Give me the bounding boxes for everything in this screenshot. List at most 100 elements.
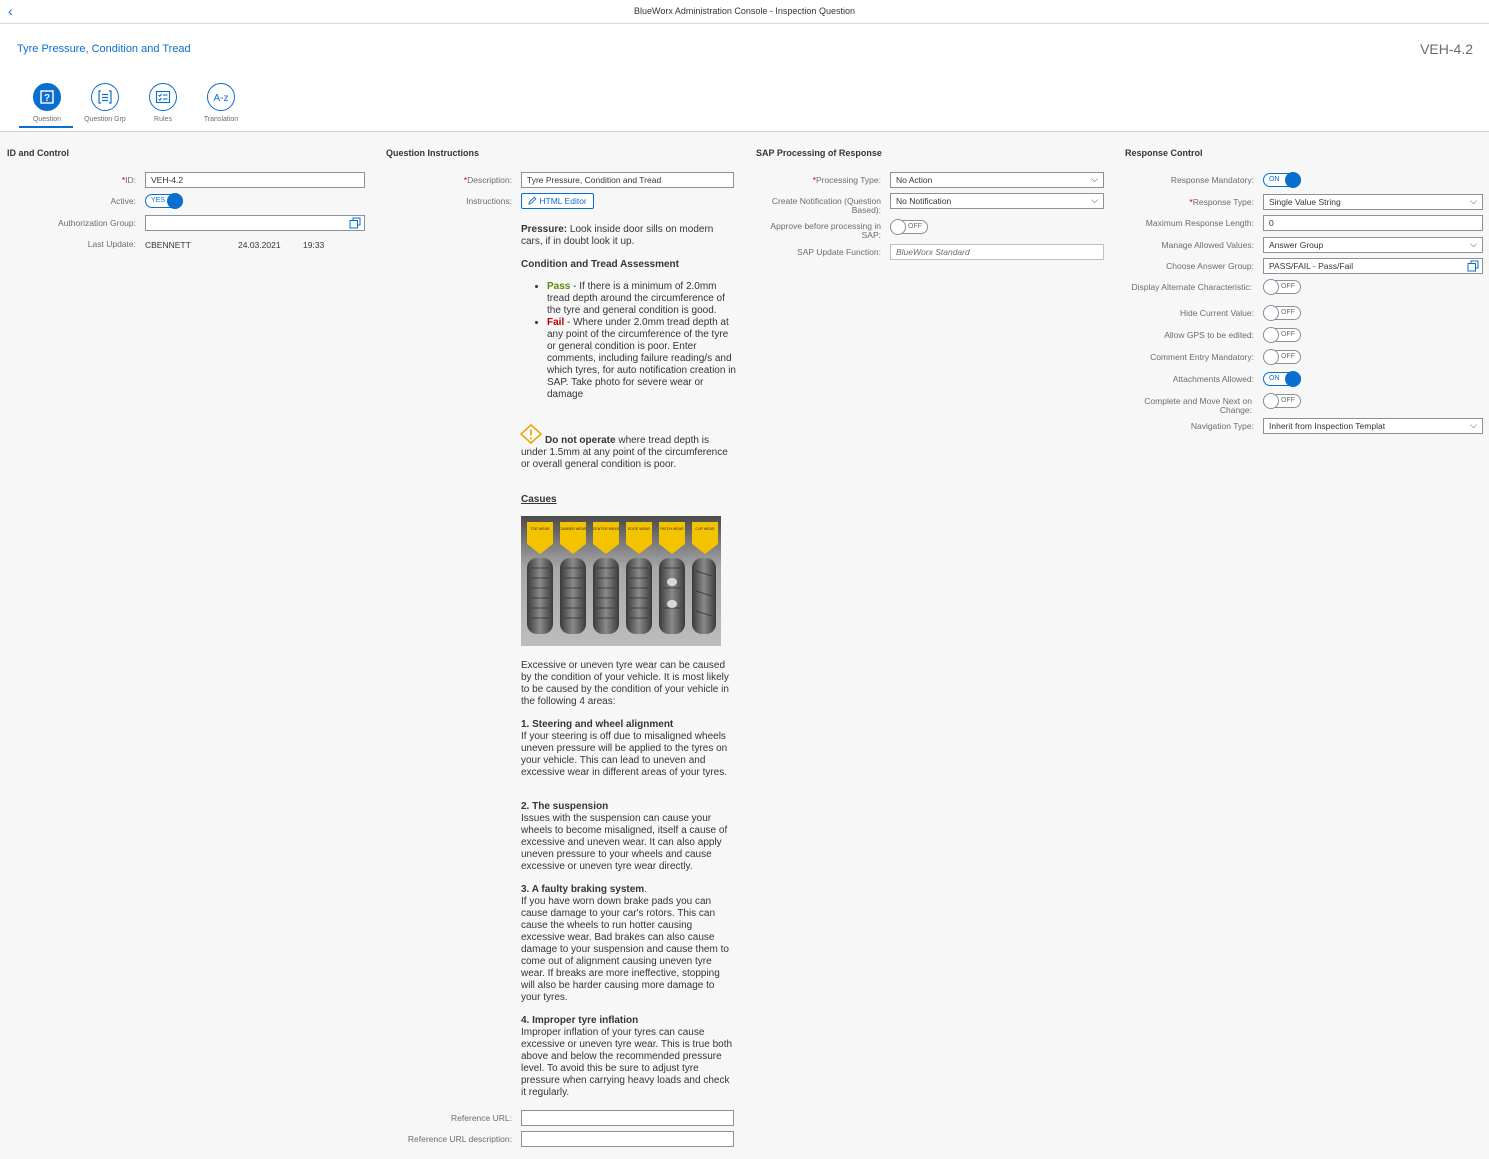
shell-bar: ‹ BlueWorx Administration Console - Insp… [0, 0, 1489, 24]
display-alternate-characteristic-label: Display Alternate Characteristic: [1131, 282, 1252, 292]
tab-label: Rules [154, 116, 172, 123]
last-update-label: Last Update: [87, 239, 136, 249]
allow-gps-edit-label: Allow GPS to be edited: [1164, 330, 1254, 340]
chevron-down-icon: ⌵ [1470, 239, 1477, 249]
svg-text:A-z: A-z [214, 93, 229, 104]
response-mandatory-switch[interactable]: ON [1263, 172, 1301, 188]
tab-translation[interactable]: A-z Translation [192, 83, 250, 127]
checklist-icon [155, 90, 171, 104]
id-field[interactable]: VEH-4.2 [145, 172, 365, 188]
allow-gps-edit-switch[interactable]: OFF [1263, 327, 1301, 343]
cause-2: 2. The suspension Issues with the suspens… [521, 801, 728, 872]
instruction-pressure: Pressure: Look inside door sills on mode… [521, 224, 714, 247]
approve-before-processing-label: Approve before processing in SAP: [770, 221, 881, 240]
warning-text: Do not operate where tread depth is unde… [521, 435, 728, 470]
authorization-group-label: Authorization Group: [58, 218, 136, 228]
complete-move-next-label: Complete and Move Next on Change: [1144, 396, 1252, 415]
create-notification-label: Create Notification (Question Based): [771, 196, 881, 215]
navigation-type-label: Navigation Type: [1190, 421, 1254, 431]
id-label: *ID: [121, 175, 136, 185]
question-icon: ? [40, 90, 54, 104]
icon-tab-bar: ? Question Question Grp Rules A-z Transl… [18, 83, 250, 128]
description-field[interactable]: Tyre Pressure, Condition and Tread [521, 172, 734, 188]
section-title-response-control: Response Control [1125, 148, 1203, 158]
choose-answer-group-label: Choose Answer Group: [1166, 261, 1254, 271]
response-mandatory-label: Response Mandatory: [1170, 175, 1254, 185]
processing-type-select[interactable]: No Action ⌵ [890, 172, 1104, 188]
shell-title: BlueWorx Administration Console - Inspec… [634, 6, 855, 16]
value-help-icon[interactable] [1467, 260, 1479, 272]
tab-question[interactable]: ? Question [18, 83, 76, 128]
cause-3: 3. A faulty braking system. If you have w… [521, 884, 729, 1003]
tyre-label-toe: TOE WEAR [530, 527, 550, 531]
causes-intro: Excessive or uneven tyre wear can be cau… [521, 660, 729, 707]
tyre-wear-image: TOE WEAR CAMBER WEAR CENTER WEAR EDGE WE… [521, 516, 721, 646]
processing-type-label: *Processing Type: [812, 175, 881, 185]
hide-current-value-switch[interactable]: OFF [1263, 305, 1301, 321]
tyre-label-patch: PATCH WEAR [660, 527, 684, 531]
reference-url-description-field[interactable] [521, 1131, 734, 1147]
causes-heading: Casues [521, 494, 557, 505]
last-update-time: 19:33 [303, 240, 325, 250]
authorization-group-field[interactable] [145, 215, 365, 231]
tyre-label-edge: EDGE WEAR [628, 527, 650, 531]
comment-entry-mandatory-label: Comment Entry Mandatory: [1150, 352, 1254, 362]
list-icon [98, 90, 112, 104]
active-switch[interactable]: YES [145, 193, 183, 209]
reference-url-description-label: Reference URL description: [407, 1134, 512, 1144]
sap-update-function-label: SAP Update Function: [797, 247, 881, 257]
html-editor-button[interactable]: HTML Editor [521, 193, 594, 209]
list-item: Pass - If there is a minimum of 2.0mm tr… [547, 281, 736, 317]
cause-1: 1. Steering and wheel alignment If your s… [521, 719, 728, 778]
section-title-instructions: Question Instructions [386, 148, 480, 158]
a-z-icon: A-z [214, 93, 229, 104]
condition-heading: Condition and Tread Assessment [521, 259, 679, 270]
display-alternate-characteristic-switch[interactable]: OFF [1263, 279, 1301, 295]
attachments-allowed-label: Attachments Allowed: [1172, 374, 1254, 384]
tyre-label-center: CENTER WEAR [593, 527, 620, 531]
tab-label: Question [32, 116, 62, 123]
chevron-down-icon: ⌵ [1470, 196, 1477, 206]
object-id: VEH-4.2 [1420, 41, 1473, 57]
manage-allowed-values-label: Manage Allowed Values: [1161, 240, 1254, 250]
response-type-label: *Response Type: [1189, 197, 1254, 207]
pencil-icon [528, 196, 537, 205]
attachments-allowed-switch[interactable]: ON [1263, 371, 1301, 387]
tyre-label-cup: CUP WEAR [695, 527, 715, 531]
approve-before-processing-switch[interactable]: OFF [890, 219, 928, 235]
object-title: Tyre Pressure, Condition and Tread [17, 43, 191, 55]
tab-label: Translation [203, 116, 239, 123]
tab-rules[interactable]: Rules [134, 83, 192, 127]
sap-update-function-field: BlueWorx Standard [890, 244, 1104, 260]
svg-text:?: ? [44, 93, 50, 104]
section-title-id-control: ID and Control [7, 148, 69, 158]
manage-allowed-values-select[interactable]: Answer Group ⌵ [1263, 237, 1483, 253]
tyre-label-camber: CAMBER WEAR [559, 527, 587, 531]
reference-url-field[interactable] [521, 1110, 734, 1126]
reference-url-label: Reference URL: [451, 1113, 512, 1123]
choose-answer-group-field[interactable]: PASS/FAIL - Pass/Fail [1263, 258, 1483, 274]
object-header: Tyre Pressure, Condition and Tread VEH-4… [0, 24, 1489, 132]
pass-fail-list: Pass - If there is a minimum of 2.0mm tr… [521, 281, 736, 401]
max-response-length-field[interactable]: 0 [1263, 215, 1483, 231]
max-response-length-label: Maximum Response Length: [1145, 218, 1254, 228]
section-title-sap-processing: SAP Processing of Response [756, 148, 882, 158]
tab-question-group[interactable]: Question Grp [76, 83, 134, 127]
hide-current-value-label: Hide Current Value: [1179, 308, 1254, 318]
description-label: *Description: [463, 175, 512, 185]
complete-move-next-switch[interactable]: OFF [1263, 393, 1301, 409]
chevron-down-icon: ⌵ [1091, 195, 1098, 205]
active-label: Active: [110, 196, 136, 206]
list-item: Fail - Where under 2.0mm tread depth at … [547, 317, 736, 401]
response-type-select[interactable]: Single Value String ⌵ [1263, 194, 1483, 210]
cause-4: 4. Improper tyre inflation Improper infla… [521, 1015, 733, 1098]
tab-label: Question Grp [84, 116, 126, 123]
last-update-date: 24.03.2021 [238, 240, 281, 250]
navigation-type-select[interactable]: Inherit from Inspection Templat ⌵ [1263, 418, 1483, 434]
create-notification-select[interactable]: No Notification ⌵ [890, 193, 1104, 209]
last-update-user: CBENNETT [145, 240, 191, 250]
chevron-down-icon: ⌵ [1091, 174, 1098, 184]
comment-entry-mandatory-switch[interactable]: OFF [1263, 349, 1301, 365]
chevron-down-icon: ⌵ [1470, 420, 1477, 430]
value-help-icon[interactable] [349, 217, 361, 229]
